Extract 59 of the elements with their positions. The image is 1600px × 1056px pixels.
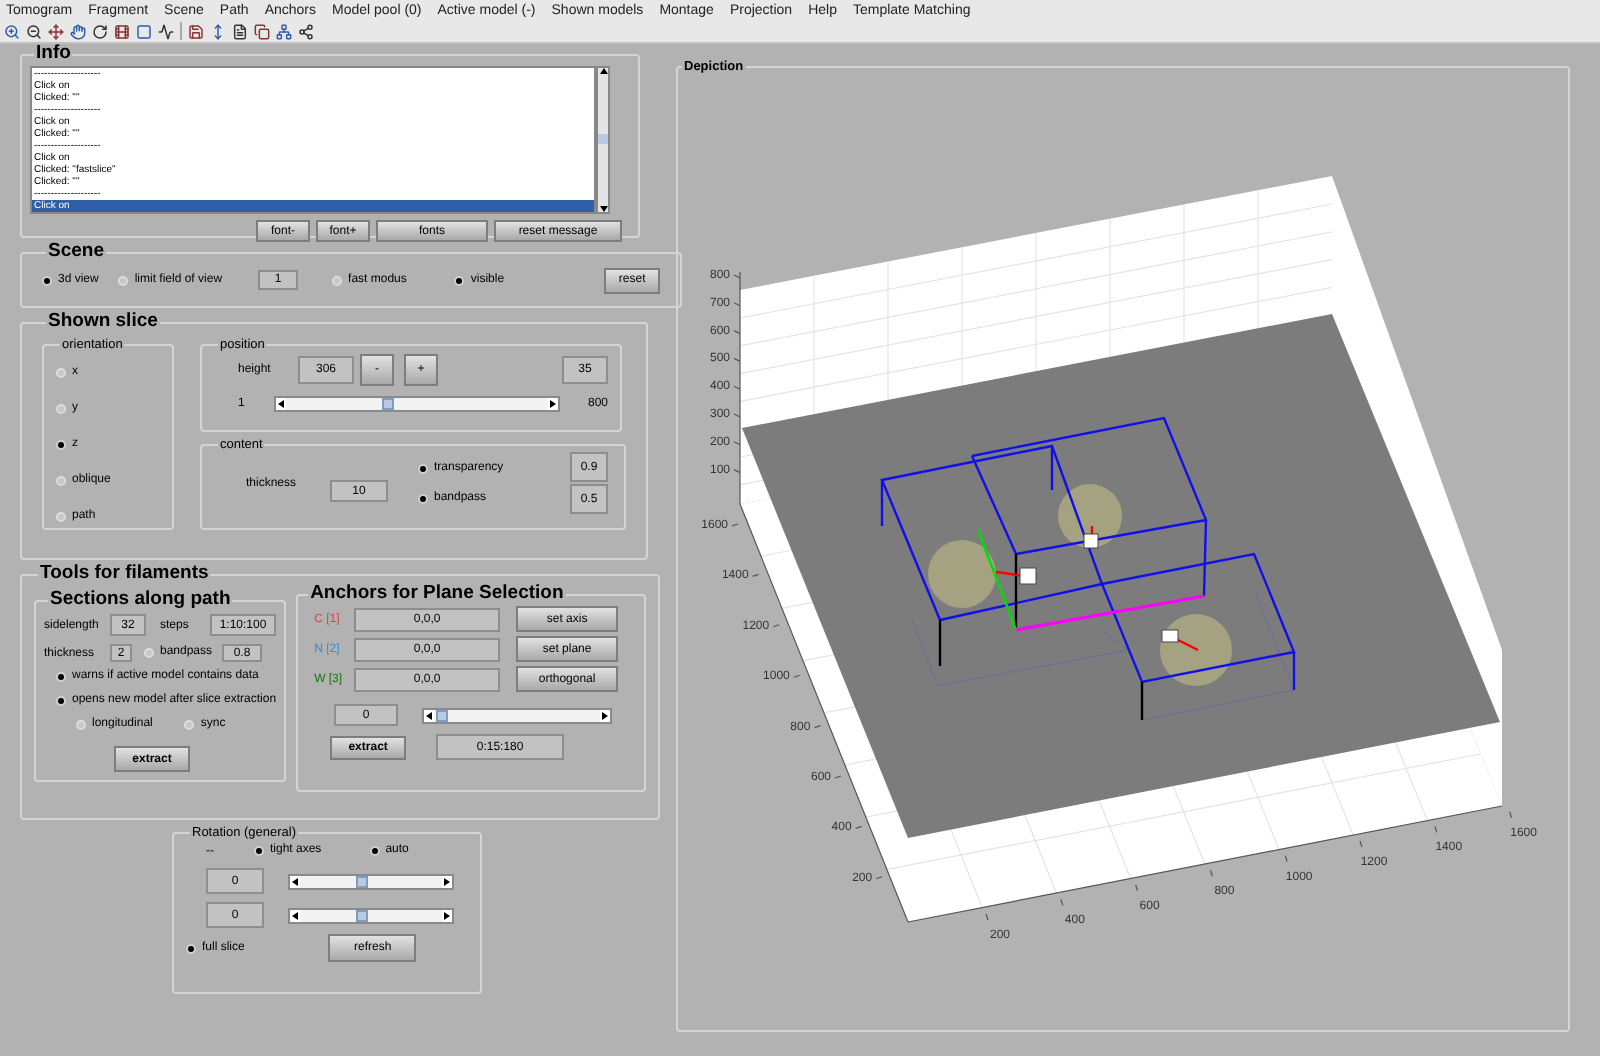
slider-thumb[interactable] [436, 709, 449, 721]
hand-icon[interactable] [70, 23, 86, 39]
slider-track[interactable] [288, 873, 454, 889]
arrow-left-icon[interactable] [290, 875, 300, 887]
radio-button[interactable] [144, 648, 154, 658]
vertical-arrows-icon[interactable] [210, 23, 226, 39]
radio-button[interactable] [332, 275, 343, 285]
radio-button[interactable] [254, 846, 264, 856]
radio-button[interactable] [56, 476, 66, 486]
arrow-right-icon[interactable] [442, 875, 452, 887]
radio-button[interactable] [118, 275, 129, 285]
radio-button[interactable] [454, 275, 465, 285]
arrow-down-icon [599, 206, 607, 212]
share-icon[interactable] [298, 23, 314, 39]
slider-thumb[interactable] [356, 909, 369, 921]
radio-button[interactable] [418, 463, 428, 473]
group-title: Scene [46, 242, 106, 262]
radio-button[interactable] [76, 720, 86, 730]
radio-button[interactable] [56, 368, 66, 378]
radio-button[interactable] [42, 275, 52, 285]
arrow-right-icon[interactable] [548, 398, 558, 410]
arrow-left-icon[interactable] [276, 398, 286, 410]
document-icon[interactable] [232, 23, 248, 39]
square-icon[interactable] [136, 23, 152, 39]
slider-thumb[interactable] [382, 398, 395, 410]
save-icon[interactable] [188, 23, 204, 39]
group-title: Tools for filaments [38, 564, 211, 584]
group-title: Shown slice [46, 312, 160, 332]
arrow-left-icon[interactable] [290, 909, 300, 921]
arrow-left-icon[interactable] [424, 709, 435, 721]
zoom-in-icon[interactable] [4, 23, 20, 39]
radio-button[interactable] [184, 720, 195, 730]
zoom-out-icon[interactable] [26, 23, 42, 39]
group-title: Info [34, 44, 73, 64]
scrollbar[interactable] [596, 66, 610, 214]
network-icon[interactable] [276, 23, 292, 39]
radio-button[interactable] [56, 440, 66, 450]
group-title: Sections along path [48, 590, 233, 610]
radio-button[interactable] [56, 672, 66, 682]
move-arrows-icon[interactable] [48, 23, 64, 39]
radio-button[interactable] [56, 404, 66, 414]
radio-button[interactable] [56, 512, 66, 522]
slider-track[interactable] [288, 907, 454, 923]
radio-button[interactable] [186, 943, 196, 953]
copy-icon[interactable] [254, 23, 270, 39]
arrow-right-icon[interactable] [600, 709, 611, 721]
arrow-right-icon[interactable] [442, 909, 452, 921]
film-icon[interactable] [114, 23, 130, 39]
scrollbar-thumb[interactable] [598, 134, 608, 144]
rotate-icon[interactable] [92, 23, 108, 39]
radio-button[interactable] [369, 846, 380, 856]
group-title: Anchors for Plane Selection [308, 584, 566, 604]
pulse-icon[interactable] [158, 23, 174, 39]
slider-track[interactable] [274, 396, 560, 412]
slider-thumb[interactable] [356, 875, 369, 887]
radio-button[interactable] [56, 696, 66, 706]
radio-button[interactable] [418, 493, 428, 503]
arrow-up-icon [599, 68, 607, 74]
slider-track[interactable] [422, 707, 613, 723]
